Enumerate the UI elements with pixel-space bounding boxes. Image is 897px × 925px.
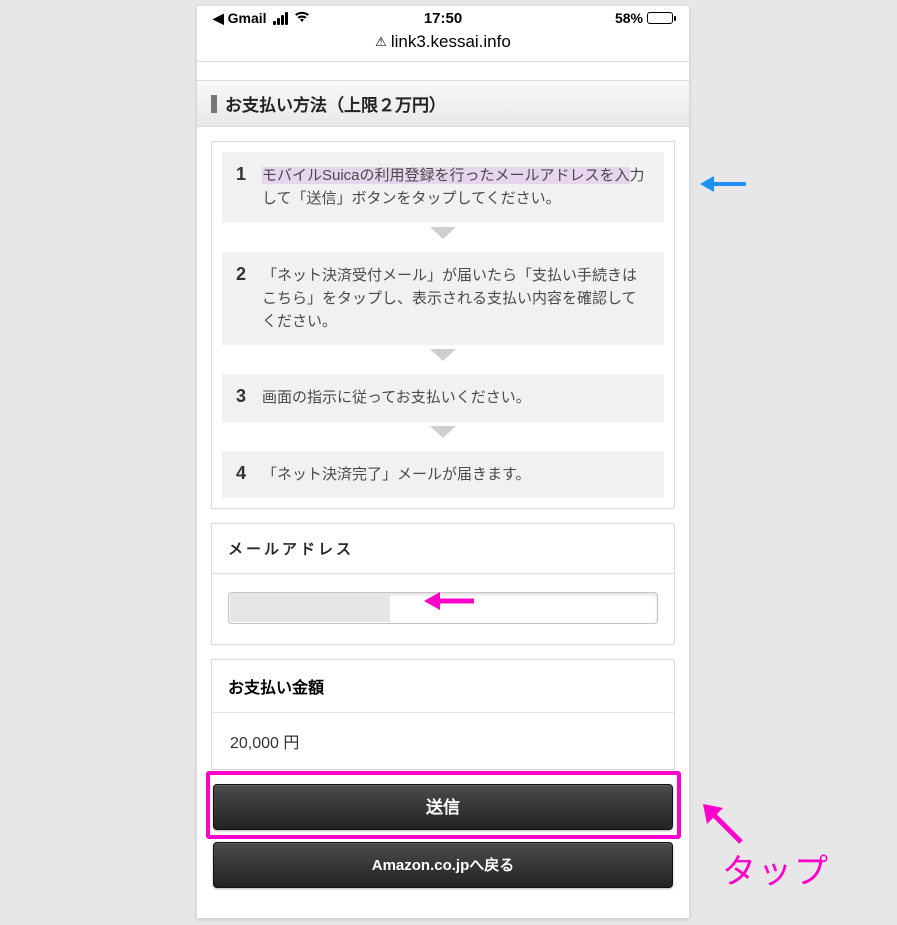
phone-frame: ◀ Gmail 17:50 58% ⚠ link3.kessai.info お支払… bbox=[197, 6, 689, 918]
battery-icon bbox=[647, 12, 673, 24]
amount-value: 20,000 円 bbox=[212, 713, 674, 769]
step-number: 4 bbox=[236, 463, 250, 484]
chevron-down-icon bbox=[222, 223, 664, 252]
url-text: link3.kessai.info bbox=[391, 32, 511, 51]
section-header-title: お支払い方法（上限２万円） bbox=[225, 91, 446, 116]
lock-icon: ⚠ bbox=[375, 34, 387, 49]
step-number: 1 bbox=[236, 164, 250, 185]
step-1: 1 モバイルSuicaの利用登録を行ったメールアドレスを入力して「送信」ボタンを… bbox=[222, 152, 664, 223]
redacted-area bbox=[230, 594, 390, 622]
back-to-amazon-button[interactable]: Amazon.co.jpへ戻る bbox=[213, 842, 673, 888]
step-text: モバイルSuicaの利用登録を行ったメールアドレスを入力して「送信」ボタンをタッ… bbox=[262, 164, 650, 211]
chevron-down-icon bbox=[222, 345, 664, 374]
amount-card: お支払い金額 20,000 円 bbox=[211, 659, 675, 770]
step-text: 「ネット決済完了」メールが届きます。 bbox=[262, 463, 531, 486]
ios-status-bar: ◀ Gmail 17:50 58% bbox=[197, 6, 689, 30]
wifi-icon bbox=[294, 10, 310, 26]
annotation-arrow-blue bbox=[700, 172, 746, 201]
status-left: ◀ Gmail bbox=[213, 10, 310, 27]
annotation-arrow-input bbox=[424, 589, 474, 618]
email-label: メールアドレス bbox=[212, 524, 674, 574]
page-content: お支払い方法（上限２万円） 1 モバイルSuicaの利用登録を行ったメールアドレ… bbox=[197, 62, 689, 888]
step-number: 3 bbox=[236, 386, 250, 407]
amount-label: お支払い金額 bbox=[212, 660, 674, 713]
status-right: 58% bbox=[615, 10, 673, 26]
step-4: 4 「ネット決済完了」メールが届きます。 bbox=[222, 451, 664, 498]
submit-button[interactable]: 送信 bbox=[213, 784, 673, 830]
step-text: 画面の指示に従ってお支払いください。 bbox=[262, 386, 531, 409]
status-time: 17:50 bbox=[424, 10, 462, 27]
step-3: 3 画面の指示に従ってお支払いください。 bbox=[222, 374, 664, 421]
section-header-payment-method: お支払い方法（上限２万円） bbox=[197, 80, 689, 127]
steps-card: 1 モバイルSuicaの利用登録を行ったメールアドレスを入力して「送信」ボタンを… bbox=[211, 141, 675, 509]
step-text: 「ネット決済受付メール」が届いたら「支払い手続きはこちら」をタップし、表示される… bbox=[262, 264, 650, 334]
browser-url-bar[interactable]: ⚠ link3.kessai.info bbox=[197, 30, 689, 62]
back-to-app[interactable]: ◀ Gmail bbox=[213, 10, 267, 27]
step-2: 2 「ネット決済受付メール」が届いたら「支払い手続きはこちら」をタップし、表示さ… bbox=[222, 252, 664, 346]
step-number: 2 bbox=[236, 264, 250, 285]
email-card: メールアドレス bbox=[211, 523, 675, 645]
battery-percent: 58% bbox=[615, 10, 643, 26]
chevron-down-icon bbox=[222, 422, 664, 451]
annotation-tap-label: タップ bbox=[722, 844, 830, 893]
cellular-signal-icon bbox=[273, 12, 288, 25]
